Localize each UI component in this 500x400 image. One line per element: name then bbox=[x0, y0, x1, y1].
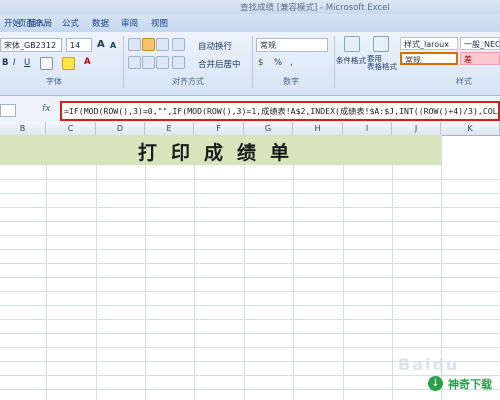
formula-input[interactable]: =IF(MOD(ROW(),3)=0,"",IF(MOD(ROW(),3)=1,… bbox=[60, 101, 500, 121]
grid-line bbox=[0, 263, 500, 264]
italic-button[interactable]: I bbox=[13, 58, 16, 68]
column-header-k[interactable]: K bbox=[441, 122, 500, 135]
ribbon-separator bbox=[252, 36, 253, 88]
grid-line bbox=[0, 207, 500, 208]
align-center-icon[interactable] bbox=[142, 56, 155, 69]
font-name-select[interactable]: 宋体_GB2312 bbox=[0, 38, 62, 52]
border-icon[interactable] bbox=[40, 57, 53, 70]
style-neg[interactable]: 一般_NEGS bbox=[460, 37, 500, 50]
format-as-table-icon[interactable] bbox=[373, 36, 389, 52]
currency-icon[interactable]: $ bbox=[258, 58, 263, 68]
group-label-alignment: 对齐方式 bbox=[172, 77, 204, 86]
tab-review[interactable]: 审阅 bbox=[121, 17, 138, 29]
group-label-font: 字体 bbox=[46, 77, 62, 86]
ribbon-separator bbox=[334, 36, 335, 88]
grid-line bbox=[0, 277, 500, 278]
merge-center-button[interactable]: 合并后居中 bbox=[198, 58, 241, 70]
align-middle-icon[interactable] bbox=[142, 38, 155, 51]
percent-button[interactable]: % bbox=[274, 58, 282, 68]
grid-line bbox=[0, 291, 500, 292]
column-header-c[interactable]: C bbox=[46, 122, 96, 135]
column-header-j[interactable]: J bbox=[392, 122, 441, 135]
wrap-text-button[interactable]: 自动换行 bbox=[198, 40, 232, 52]
window-title: 查找成绩 [兼容模式] - Microsoft Excel bbox=[240, 3, 390, 13]
site-logo: ↓ 神奇下载 bbox=[420, 372, 498, 396]
ribbon-tabs: 开始 插入 页面布局 公式 数据 审阅 视图 bbox=[0, 14, 500, 33]
align-left-icon[interactable] bbox=[128, 56, 141, 69]
fill-color-icon[interactable] bbox=[62, 57, 75, 70]
column-header-i[interactable]: I bbox=[343, 122, 392, 135]
orientation-icon[interactable] bbox=[172, 38, 185, 51]
fx-icon[interactable]: fx bbox=[42, 104, 51, 114]
grid-line bbox=[0, 333, 500, 334]
grid-line bbox=[0, 347, 500, 348]
style-bad[interactable]: 差 bbox=[460, 52, 500, 65]
grid-line bbox=[0, 305, 500, 306]
align-right-icon[interactable] bbox=[156, 56, 169, 69]
conditional-format-button[interactable]: 条件格式 bbox=[336, 55, 366, 66]
name-box[interactable] bbox=[0, 104, 16, 117]
column-header-g[interactable]: G bbox=[244, 122, 293, 135]
font-color-icon[interactable]: A bbox=[84, 57, 91, 67]
group-label-styles: 样式 bbox=[456, 77, 472, 86]
number-format-select[interactable]: 常规 bbox=[256, 38, 328, 52]
group-label-number: 数字 bbox=[283, 77, 299, 86]
style-normal-selected[interactable]: 常规 bbox=[400, 52, 458, 65]
font-size-select[interactable]: 14 bbox=[66, 38, 92, 52]
grid-line bbox=[0, 249, 500, 250]
logo-text: 神奇下载 bbox=[448, 378, 492, 391]
grid-line bbox=[0, 193, 500, 194]
column-header-b[interactable]: B bbox=[0, 122, 46, 135]
column-headers: B C D E F G H I J K bbox=[0, 122, 500, 136]
title-bar: 查找成绩 [兼容模式] - Microsoft Excel bbox=[0, 0, 500, 14]
style-laroux[interactable]: 样式_laroux bbox=[400, 37, 458, 50]
download-icon: ↓ bbox=[428, 376, 443, 391]
grow-font-button[interactable]: A bbox=[97, 39, 105, 50]
grid-line bbox=[0, 235, 500, 236]
grid-line bbox=[0, 221, 500, 222]
sheet-title: 打印成绩单 bbox=[137, 142, 303, 164]
tab-page-layout[interactable]: 页面布局 bbox=[18, 17, 52, 29]
align-bottom-icon[interactable] bbox=[156, 38, 169, 51]
column-header-h[interactable]: H bbox=[293, 122, 343, 135]
tab-view[interactable]: 视图 bbox=[151, 17, 168, 29]
tab-formulas[interactable]: 公式 bbox=[62, 17, 79, 29]
grid-line bbox=[0, 319, 500, 320]
format-as-table-button[interactable]: 套用 表格格式 bbox=[367, 55, 397, 71]
bold-button[interactable]: B bbox=[2, 58, 8, 68]
column-header-e[interactable]: E bbox=[145, 122, 194, 135]
ribbon-separator bbox=[123, 36, 124, 88]
column-header-d[interactable]: D bbox=[96, 122, 145, 135]
align-top-icon[interactable] bbox=[128, 38, 141, 51]
shrink-font-button[interactable]: A bbox=[110, 41, 116, 50]
column-header-f[interactable]: F bbox=[194, 122, 244, 135]
tab-data[interactable]: 数据 bbox=[92, 17, 109, 29]
underline-button[interactable]: U bbox=[24, 58, 30, 68]
comma-button[interactable]: , bbox=[290, 58, 293, 68]
indent-icon[interactable] bbox=[172, 56, 185, 69]
grid-line bbox=[0, 179, 500, 180]
conditional-format-icon[interactable] bbox=[344, 36, 360, 52]
